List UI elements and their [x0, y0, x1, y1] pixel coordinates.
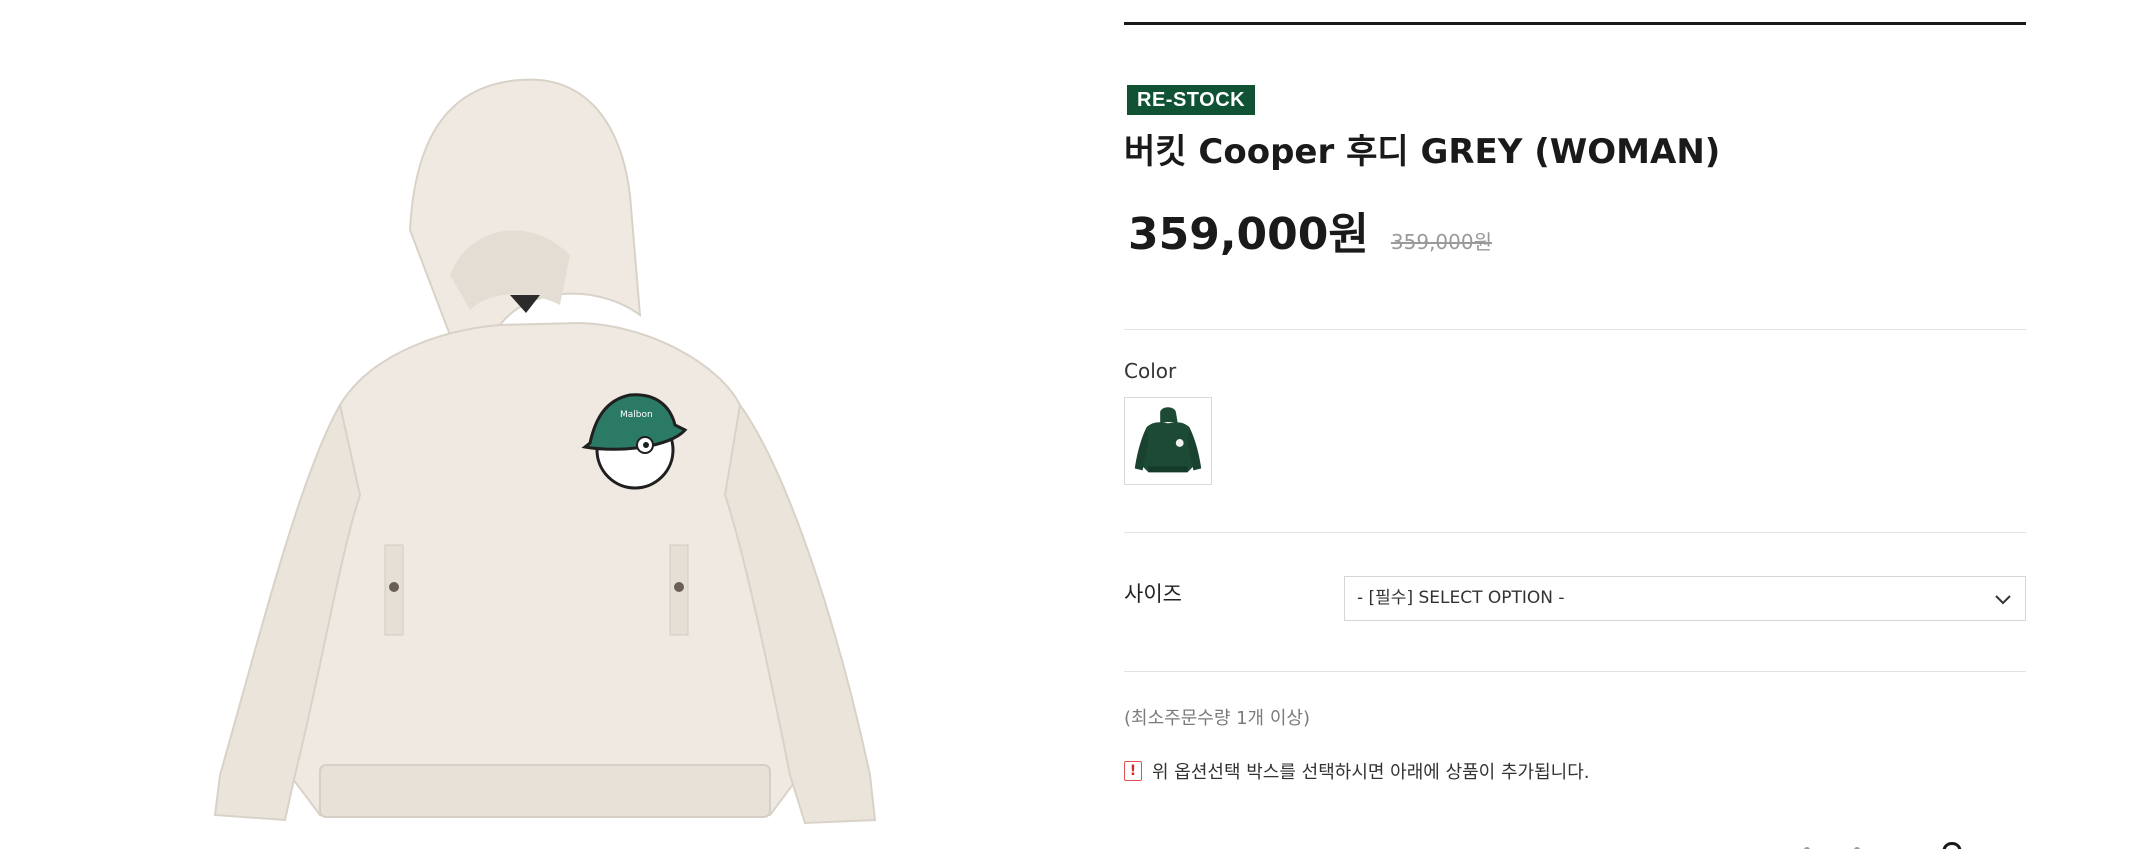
restock-badge: RE-STOCK	[1127, 85, 1256, 115]
alert-icon: !	[1124, 761, 1142, 781]
divider	[1124, 329, 2026, 330]
price-row: 359,000원 359,000원	[1128, 206, 1492, 264]
size-select[interactable]: - [필수] SELECT OPTION -	[1344, 576, 2026, 621]
top-divider	[1124, 22, 2026, 25]
product-image: Malbon	[200, 75, 880, 849]
product-title: 버킷 Cooper 후디 GREY (WOMAN)	[1124, 132, 1721, 172]
chevron-down-icon	[1995, 595, 2011, 605]
min-order-quantity: (최소주문수량 1개 이상)	[1124, 708, 1310, 729]
original-price: 359,000원	[1390, 230, 1492, 254]
size-label: 사이즈	[1124, 582, 1182, 606]
cropped-content	[1124, 836, 2026, 849]
option-notice: ! 위 옵션선택 박스를 선택하시면 아래에 상품이 추가됩니다.	[1124, 758, 1590, 784]
divider	[1124, 671, 2026, 672]
product-detail-page: Malbon RE-STOCK 버킷 Cooper 후디 GREY (WOMAN…	[0, 0, 2138, 849]
size-select-value: - [필수] SELECT OPTION -	[1357, 588, 1565, 608]
color-swatch-green[interactable]	[1124, 397, 1212, 485]
cropped-icons	[1804, 842, 1962, 849]
color-label: Color	[1124, 359, 1177, 383]
svg-text:Malbon: Malbon	[620, 410, 653, 420]
divider	[1124, 532, 2026, 533]
hoodie-thumbnail-icon	[1134, 407, 1202, 473]
sale-price: 359,000원	[1128, 209, 1369, 260]
product-detail-panel: RE-STOCK 버킷 Cooper 후디 GREY (WOMAN) 359,0…	[1124, 0, 2026, 849]
notice-text: 위 옵션선택 박스를 선택하시면 아래에 상품이 추가됩니다.	[1152, 762, 1590, 783]
